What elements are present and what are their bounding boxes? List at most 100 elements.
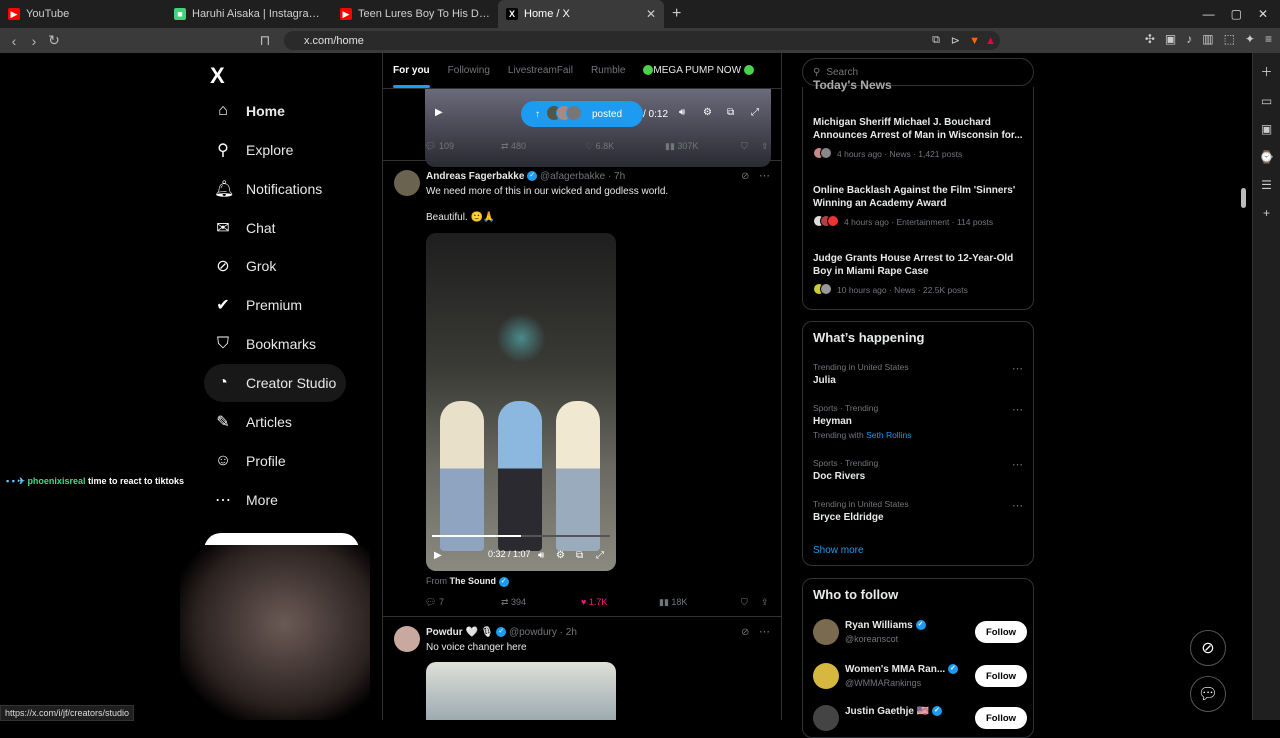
x-logo[interactable]: X <box>210 63 225 89</box>
sidebar-icon[interactable]: ▥ <box>1202 32 1213 46</box>
follow-name[interactable]: Ryan Williams ✓ <box>845 620 926 631</box>
browser-tab[interactable]: ▶ YouTube <box>0 0 166 28</box>
views-button[interactable]: ▮▮ 307K <box>665 141 741 152</box>
fullscreen-icon[interactable]: ⤢ <box>596 550 604 561</box>
pip-icon[interactable]: ⧉ <box>576 550 583 561</box>
play-icon[interactable]: ▶ <box>434 550 442 561</box>
extensions-icon[interactable]: ✣ <box>1145 32 1155 46</box>
nav-item-creator-studio[interactable]: ◔ Creator Studio <box>204 364 347 402</box>
settings-icon[interactable]: ⚙ <box>556 550 565 561</box>
play-icon[interactable]: ▶ <box>435 107 443 118</box>
sidepanel-wallet-icon[interactable]: ▣ <box>1261 122 1272 136</box>
page-scrollbar[interactable] <box>1238 53 1248 720</box>
follow-button[interactable]: Follow <box>975 621 1027 643</box>
volume-icon[interactable]: 🔊︎ <box>538 550 544 561</box>
nav-item-profile[interactable]: ☺ Profile <box>204 442 296 480</box>
follow-button[interactable]: Follow <box>975 665 1027 687</box>
sidepanel-history-icon[interactable]: ⌚ <box>1259 150 1274 164</box>
menu-icon[interactable]: ≡ <box>1265 32 1272 46</box>
nav-item-articles[interactable]: ✎ Articles <box>204 403 302 441</box>
reply-button[interactable]: 💬︎ 7 <box>425 597 501 608</box>
nav-item-grok[interactable]: ⊘ Grok <box>204 247 286 285</box>
nav-item-more[interactable]: ⋯ More <box>204 481 288 519</box>
settings-icon[interactable]: ⚙ <box>703 107 712 118</box>
url-bar[interactable]: x.com/home ⧉ ⊳ ▼ ▲ <box>284 31 1000 50</box>
brave-shield-icon[interactable]: ▼ <box>969 35 980 47</box>
tab-rumble[interactable]: Rumble <box>591 65 625 76</box>
fullscreen-icon[interactable]: ⤢ <box>751 107 759 118</box>
share-icon[interactable]: ⇪ <box>761 141 769 152</box>
more-options-icon[interactable]: ⋯ <box>1012 403 1023 416</box>
rewards-icon[interactable]: ▲ <box>985 35 996 47</box>
follow-name[interactable]: Women's MMA Ran... ✓ <box>845 664 958 675</box>
post-media[interactable] <box>426 662 616 720</box>
avatar[interactable] <box>394 626 420 652</box>
browser-tab[interactable]: ■ Haruhi Aisaka | Instagram | Lin <box>166 0 332 28</box>
forward-icon[interactable]: › <box>24 33 44 49</box>
reply-button[interactable]: 💬︎ 109 <box>425 141 501 152</box>
author-name[interactable]: Powdur 🤍 🎙 <box>426 627 493 638</box>
browser-tab[interactable]: ▶ Teen Lures Boy To His Death, Th <box>332 0 498 28</box>
share-icon[interactable]: ⧉ <box>932 34 940 47</box>
post-time[interactable]: · 2h <box>560 627 577 638</box>
messages-fab-icon[interactable]: 💬︎ <box>1190 676 1226 712</box>
grok-icon[interactable]: ⊘ <box>741 171 749 182</box>
trend-item[interactable]: Sports · Trending Doc Rivers ⋯ <box>813 458 1027 482</box>
tab-for-you[interactable]: For you <box>393 65 430 88</box>
avatar[interactable] <box>813 663 839 689</box>
cast-icon[interactable]: ⊳ <box>951 34 960 47</box>
close-window-icon[interactable]: ✕ <box>1258 7 1268 21</box>
more-options-icon[interactable]: ⋯ <box>759 169 770 182</box>
maximize-icon[interactable]: ▢ <box>1231 7 1242 21</box>
tab-livestreamfail[interactable]: LivestreamFail <box>508 65 573 76</box>
sidepanel-plus-icon[interactable]: + <box>1263 206 1270 220</box>
nav-item-premium[interactable]: ✔ Premium <box>204 286 312 324</box>
trend-item[interactable]: Sports · Trending Heyman Trending with S… <box>813 403 1027 440</box>
author-handle[interactable]: @afagerbakke <box>540 171 605 182</box>
sidepanel-reading-icon[interactable]: ▭ <box>1261 94 1272 108</box>
share-icon[interactable]: ⇪ <box>761 597 769 608</box>
bookmark-icon[interactable]: ⛉ <box>741 597 761 608</box>
news-item[interactable]: Michigan Sheriff Michael J. Bouchard Ann… <box>813 116 1027 161</box>
browser-tab-active[interactable]: X Home / X ✕ <box>498 0 664 28</box>
repost-button[interactable]: ⇄ 480 <box>501 141 585 152</box>
follow-button[interactable]: Follow <box>975 707 1027 729</box>
close-tab-icon[interactable]: ✕ <box>646 7 656 21</box>
news-item[interactable]: Online Backlash Against the Film 'Sinner… <box>813 184 1027 229</box>
downloads-icon[interactable]: ⬚ <box>1224 32 1235 46</box>
more-options-icon[interactable]: ⋯ <box>759 625 770 638</box>
tab-mega-pump[interactable]: MEGA PUMP NOW <box>643 65 755 76</box>
scrollbar-thumb[interactable] <box>1241 188 1246 208</box>
reload-icon[interactable]: ↻ <box>44 32 64 49</box>
avatar[interactable] <box>813 619 839 645</box>
nav-item-home[interactable]: ⌂ Home <box>204 92 295 130</box>
grok-icon[interactable]: ⊘ <box>741 627 749 638</box>
more-options-icon[interactable]: ⋯ <box>1012 499 1023 512</box>
video-progress[interactable] <box>432 535 610 537</box>
new-tab-icon[interactable]: + <box>672 5 681 23</box>
volume-icon[interactable]: 🔊︎ <box>679 107 685 118</box>
news-item[interactable]: Judge Grants House Arrest to 12-Year-Old… <box>813 252 1027 297</box>
author-name[interactable]: Andreas Fagerbakke <box>426 171 524 182</box>
nav-item-explore[interactable]: ⚲ Explore <box>204 131 303 169</box>
tab-following[interactable]: Following <box>448 65 490 76</box>
bookmark-page-icon[interactable]: ⊓ <box>255 32 275 49</box>
trend-with-link[interactable]: Seth Rollins <box>866 430 911 440</box>
avatar[interactable] <box>813 705 839 731</box>
author-handle[interactable]: @powdury <box>509 627 557 638</box>
repost-button[interactable]: ⇄ 394 <box>501 597 581 608</box>
sidepanel-add-icon[interactable]: ＋ <box>1260 63 1272 80</box>
pip-icon[interactable]: ⧉ <box>727 107 734 118</box>
wallet-icon[interactable]: ▣ <box>1165 32 1176 46</box>
minimize-icon[interactable]: — <box>1203 7 1215 21</box>
like-button[interactable]: ♡ 6.8K <box>585 141 665 152</box>
leo-icon[interactable]: ✦ <box>1245 32 1255 46</box>
grok-fab-icon[interactable]: ⊘ <box>1190 630 1226 666</box>
views-button[interactable]: ▮▮ 18K <box>659 597 741 608</box>
new-posts-pill[interactable]: ↑ posted <box>521 101 643 127</box>
post-time[interactable]: · 7h <box>608 171 625 182</box>
avatar[interactable] <box>394 170 420 196</box>
nav-item-chat[interactable]: ✉ Chat <box>204 209 286 247</box>
show-more-link[interactable]: Show more <box>813 545 864 556</box>
more-options-icon[interactable]: ⋯ <box>1012 362 1023 375</box>
